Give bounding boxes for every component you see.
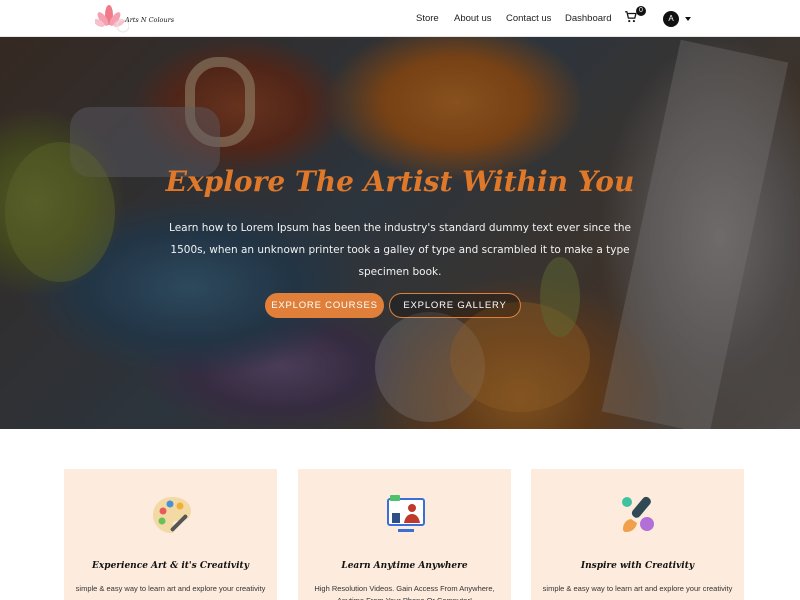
card-title: Learn Anytime Anywhere bbox=[341, 561, 468, 571]
palette-icon bbox=[153, 497, 191, 533]
card-text: simple & easy way to learn art and explo… bbox=[75, 584, 266, 593]
nav-dashboard[interactable]: Dashboard bbox=[565, 13, 611, 24]
feature-card-learn-anywhere: Learn Anytime Anywhere High Resolution V… bbox=[298, 469, 511, 600]
navbar: Arts N Colours Store About us Contact us… bbox=[0, 0, 800, 37]
feature-card-inspire: Inspire with Creativity simple & easy wa… bbox=[531, 469, 744, 600]
hero-title: Explore The Artist Within You bbox=[165, 165, 635, 198]
nav-contact-us[interactable]: Contact us bbox=[506, 13, 551, 24]
online-learning-icon bbox=[387, 495, 425, 532]
lotus-icon bbox=[95, 5, 129, 33]
feature-card-creativity: Experience Art & it's Creativity simple … bbox=[64, 469, 277, 600]
chevron-down-icon[interactable] bbox=[685, 17, 691, 21]
avatar[interactable]: A bbox=[663, 11, 679, 27]
logo-text: Arts N Colours bbox=[125, 16, 175, 24]
card-text: High Resolution Videos. Gain Access From… bbox=[314, 584, 495, 600]
card-title: Experience Art & it's Creativity bbox=[92, 561, 249, 571]
card-text: simple & easy way to learn art and explo… bbox=[542, 584, 733, 593]
card-title: Inspire with Creativity bbox=[580, 561, 695, 571]
cart-count-badge: 0 bbox=[636, 6, 646, 16]
nav-about-us[interactable]: About us bbox=[454, 13, 492, 24]
explore-gallery-button[interactable]: EXPLORE GALLERY bbox=[389, 293, 521, 318]
nav-store[interactable]: Store bbox=[416, 13, 439, 24]
brush-icon bbox=[622, 496, 654, 532]
hero-description: Learn how to Lorem Ipsum has been the in… bbox=[169, 222, 631, 278]
logo[interactable]: Arts N Colours bbox=[95, 4, 185, 34]
explore-courses-button[interactable]: EXPLORE COURSES bbox=[265, 293, 384, 318]
hero-banner: Explore The Artist Within You Learn how … bbox=[0, 37, 800, 429]
